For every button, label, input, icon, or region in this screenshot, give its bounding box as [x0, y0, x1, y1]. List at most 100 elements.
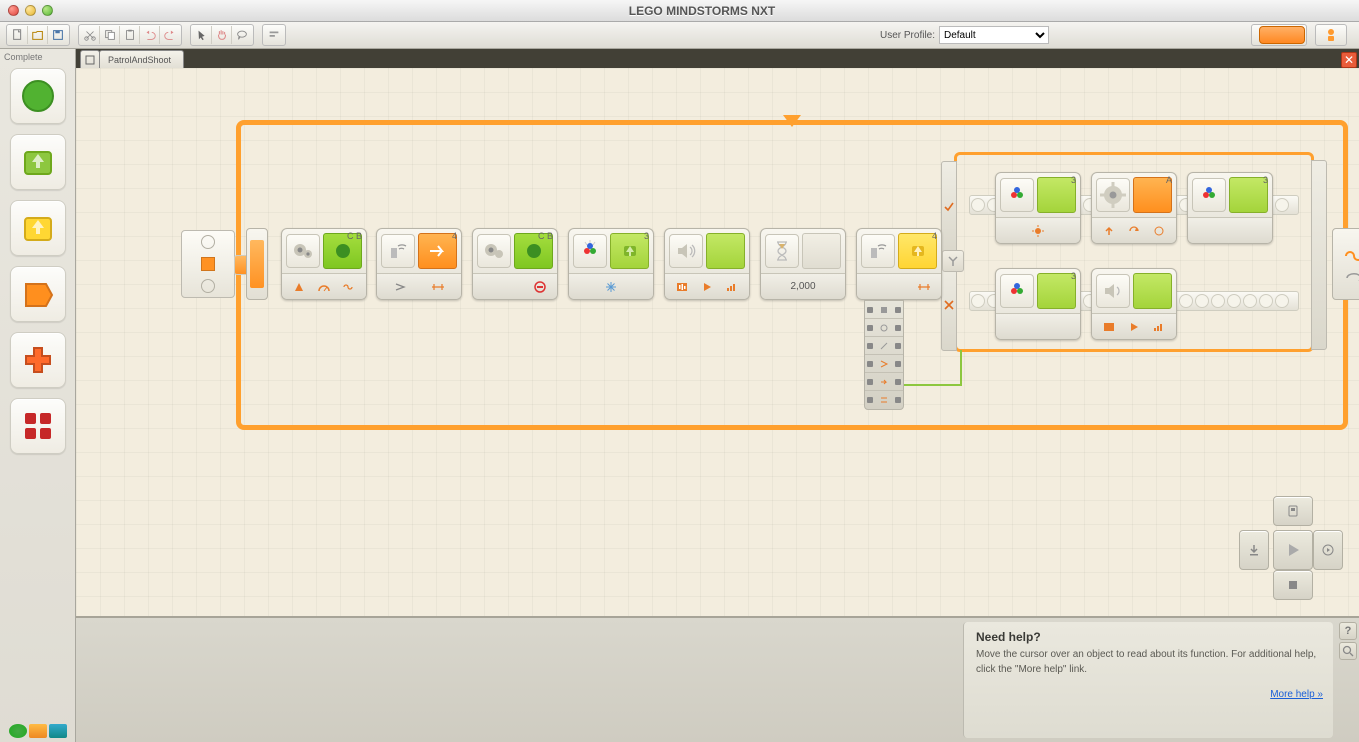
- move-stop-block[interactable]: C B: [472, 228, 558, 300]
- switch-true-rail: [941, 161, 957, 253]
- new-file-button[interactable]: [8, 26, 28, 44]
- nxt-run-button[interactable]: [1273, 530, 1313, 570]
- compare-icon: [393, 280, 407, 294]
- sound-file-icon: [1102, 320, 1116, 334]
- snowflake-icon: [604, 280, 618, 294]
- sound-block[interactable]: [1091, 268, 1177, 340]
- switch-data-hub[interactable]: [864, 300, 904, 410]
- undo-button[interactable]: [140, 26, 160, 44]
- sound-file-icon: [675, 280, 689, 294]
- nxt-download-button[interactable]: [1273, 496, 1313, 526]
- window-zoom-button[interactable]: [42, 5, 53, 16]
- pointer-tool-button[interactable]: [192, 26, 212, 44]
- plug-number-icon: [879, 305, 889, 315]
- loop-end-tab[interactable]: [1332, 228, 1359, 300]
- color-lamp-block[interactable]: 3: [995, 172, 1081, 244]
- tab-close-button[interactable]: ✕: [1341, 52, 1357, 68]
- plug-out-icon: [879, 377, 889, 387]
- open-file-button[interactable]: [28, 26, 48, 44]
- palette-display-block[interactable]: [10, 266, 66, 322]
- speaker-icon: [669, 234, 703, 268]
- rgb-bulb-icon: [1000, 178, 1034, 212]
- nxt-stop-button[interactable]: [1273, 570, 1313, 600]
- color-lamp-block[interactable]: 3: [568, 228, 654, 300]
- help-title: Need help?: [976, 630, 1321, 644]
- play-icon: [1127, 320, 1141, 334]
- loop-start-tab[interactable]: [246, 228, 268, 300]
- direction-up-icon: [1102, 224, 1116, 238]
- nxt-download-run-button[interactable]: [1239, 530, 1269, 570]
- wait-time-block[interactable]: 2,000: [760, 228, 846, 300]
- window-title: LEGO MINDSTORMS NXT: [53, 4, 1351, 18]
- play-outline-icon: [1322, 544, 1334, 556]
- data-wire: [904, 384, 962, 386]
- stop-square-icon: [1288, 580, 1298, 590]
- copy-button[interactable]: [100, 26, 120, 44]
- wait-arrow-icon: [428, 243, 448, 259]
- help-body: Move the cursor over an object to read a…: [976, 648, 1321, 677]
- palette-record-block[interactable]: [10, 134, 66, 190]
- sound-block[interactable]: [664, 228, 750, 300]
- more-help-link[interactable]: More help »: [1270, 689, 1323, 700]
- sun-icon: [1031, 224, 1045, 238]
- ultrasonic-icon: [381, 234, 415, 268]
- tab-label: PatrolAndShoot: [108, 55, 171, 65]
- palette-sound-block[interactable]: [10, 200, 66, 256]
- comment-tool-button[interactable]: [232, 26, 252, 44]
- title-bar: LEGO MINDSTORMS NXT: [0, 0, 1359, 22]
- switch-end-rail: [1311, 160, 1327, 350]
- switch-junction[interactable]: [942, 250, 964, 272]
- direction-icon: [525, 242, 543, 260]
- wait-ultrasonic-block[interactable]: 4: [376, 228, 462, 300]
- nxt-run-selected-button[interactable]: [1313, 530, 1343, 570]
- distance-icon: [431, 280, 445, 294]
- x-icon: [944, 300, 954, 310]
- play-icon: [700, 280, 714, 294]
- motor-block[interactable]: A: [1091, 172, 1177, 244]
- gears-icon: [477, 234, 511, 268]
- distance-icon: [917, 280, 931, 294]
- gear-icon: [1096, 178, 1130, 212]
- color-lamp-block[interactable]: 3: [995, 268, 1081, 340]
- robo-center-button[interactable]: [1317, 26, 1345, 44]
- plug-logic-icon: [879, 323, 889, 333]
- program-tabs: PatrolAndShoot ✕: [76, 49, 1359, 68]
- sequence-start[interactable]: [181, 230, 235, 298]
- download-arrow-icon: [1247, 543, 1261, 557]
- palette-move-block[interactable]: [10, 68, 66, 124]
- palette-tab-common[interactable]: [9, 724, 27, 738]
- branch-icon: [946, 254, 960, 268]
- tab-program[interactable]: PatrolAndShoot: [99, 50, 184, 68]
- duration-gauge-icon: [317, 280, 331, 294]
- redo-button[interactable]: [160, 26, 180, 44]
- save-file-button[interactable]: [48, 26, 68, 44]
- cut-button[interactable]: [80, 26, 100, 44]
- check-icon: [944, 202, 954, 212]
- color-lamp-block[interactable]: 3: [1187, 172, 1273, 244]
- user-profile-select[interactable]: Default: [939, 26, 1049, 44]
- map-view-button[interactable]: [1339, 642, 1357, 660]
- align-button[interactable]: [264, 26, 284, 44]
- plug-bidi-icon: [879, 395, 889, 405]
- window-close-button[interactable]: [8, 5, 19, 16]
- power-bars-icon: [1152, 224, 1166, 238]
- volume-bars-icon: [1152, 320, 1166, 334]
- paste-button[interactable]: [120, 26, 140, 44]
- play-icon: [1284, 541, 1302, 559]
- magnifier-icon: [1342, 645, 1354, 657]
- palette-tab-complete[interactable]: [29, 724, 47, 738]
- move-block[interactable]: C B: [281, 228, 367, 300]
- context-help-button[interactable]: ?: [1339, 622, 1357, 640]
- palette-wait-block[interactable]: [10, 332, 66, 388]
- stop-icon: [533, 280, 547, 294]
- switch-ultrasonic-block[interactable]: 4: [856, 228, 942, 300]
- switch-arrow-icon: [909, 243, 927, 259]
- tab-home[interactable]: [80, 50, 100, 68]
- nxt-controller: [1237, 494, 1345, 602]
- palette-tab-custom[interactable]: [49, 724, 67, 738]
- download-to-brick-button[interactable]: [1259, 26, 1305, 44]
- window-minimize-button[interactable]: [25, 5, 36, 16]
- program-canvas[interactable]: C B 4: [76, 68, 1359, 616]
- palette-loop-block[interactable]: [10, 398, 66, 454]
- pan-tool-button[interactable]: [212, 26, 232, 44]
